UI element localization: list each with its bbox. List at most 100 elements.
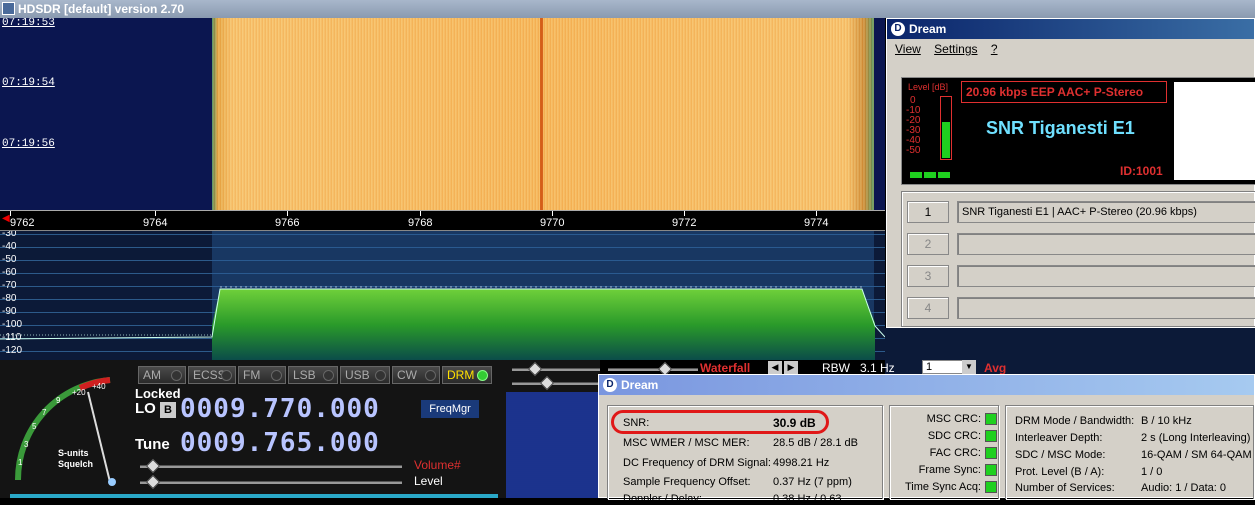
mode-label: USB: [345, 368, 370, 382]
dream-logo-icon: D: [891, 22, 905, 36]
mode-drm-button[interactable]: DRM: [442, 366, 492, 384]
level-slider[interactable]: [140, 474, 402, 490]
tune-label: Tune: [135, 436, 170, 453]
scroll-left-arrow-icon[interactable]: ◀: [2, 213, 10, 224]
avg-dropdown-icon[interactable]: ▼: [962, 360, 976, 374]
service-row-4[interactable]: 4: [907, 295, 1255, 321]
hdsdr-title: HDSDR [default] version 2.70: [18, 2, 185, 16]
freqmgr-button[interactable]: FreqMgr: [421, 400, 479, 418]
status-led: [910, 172, 922, 178]
frame-sync-label: Frame Sync:: [918, 464, 981, 476]
dream-stats-window: D Dream SNR: 30.9 dB MSC WMER / MSC MER: …: [598, 374, 1255, 505]
num-services-value: Audio: 1 / Data: 0: [1141, 482, 1226, 494]
db-tick: -120: [2, 345, 23, 356]
lo-label: LO: [135, 400, 156, 417]
service-row-3[interactable]: 3: [907, 263, 1255, 289]
level-label: Level: [414, 474, 443, 488]
service-button-2[interactable]: 2: [907, 233, 949, 255]
spectrum-slider[interactable]: [608, 361, 698, 377]
mode-label: CW: [397, 368, 417, 382]
sdc-msc-mode-value: 16-QAM / SM 64-QAM: [1141, 449, 1252, 461]
dream-status-display: Level [dB] 0 -10 -20 -30 -40 -50 20.96 k…: [901, 77, 1255, 185]
hdsdr-app-icon: [2, 2, 15, 15]
drm-mode-label: DRM Mode / Bandwidth:: [1015, 415, 1135, 427]
smeter-scale-40: +40: [92, 382, 106, 391]
db-tick: -40: [2, 241, 17, 252]
waterfall-speed-slider[interactable]: [512, 361, 600, 377]
mer-label: MSC WMER / MSC MER:: [623, 437, 750, 449]
level-db-label: Level [dB]: [908, 82, 949, 92]
prot-level-label: Prot. Level (B / A):: [1015, 466, 1105, 478]
mode-cw-button[interactable]: CW: [392, 366, 440, 384]
spectrum-display[interactable]: -30 -40 -50 -60 -70 -80 -90 -100 -110 -1…: [0, 230, 885, 360]
dream-main-title-bar[interactable]: D Dream: [887, 19, 1254, 39]
s-meter-gauge: [14, 377, 116, 486]
dream-stats-title-bar[interactable]: D Dream: [599, 375, 1254, 395]
smeter-scale-3: 3: [24, 440, 29, 449]
waterfall-time-1: 07:19:53: [2, 18, 55, 29]
mode-am-button[interactable]: AM: [138, 366, 186, 384]
freq-tick: 9768: [408, 217, 433, 229]
bitrate-box: 20.96 kbps EEP AAC+ P-Stereo: [961, 81, 1167, 103]
snr-value: 30.9 dB: [773, 416, 816, 430]
level-meter-fill: [942, 122, 950, 158]
service-button-1[interactable]: 1: [907, 201, 949, 223]
waterfall-contrast-slider[interactable]: [512, 375, 600, 391]
mode-usb-button[interactable]: USB: [340, 366, 390, 384]
db-tick: -30: [2, 230, 17, 239]
time-sync-led: [985, 481, 997, 493]
db-tick: -110: [2, 332, 22, 343]
dream-logo-icon: D: [603, 378, 617, 392]
mode-fm-button[interactable]: FM: [238, 366, 286, 384]
service-row-1[interactable]: 1 SNR Tiganesti E1 | AAC+ P-Stereo (20.96…: [907, 199, 1255, 225]
service-label-1: SNR Tiganesti E1 | AAC+ P-Stereo (20.96 …: [957, 201, 1255, 223]
service-row-2[interactable]: 2: [907, 231, 1255, 257]
fac-crc-led: [985, 447, 997, 459]
service-label-3: [957, 265, 1255, 287]
hdsdr-title-bar: HDSDR [default] version 2.70: [0, 0, 1255, 18]
mode-label: DRM: [447, 368, 475, 382]
rbw-label: RBW: [822, 361, 850, 375]
bottom-bar: [10, 494, 498, 498]
station-logo-area: [1174, 82, 1255, 180]
sdc-crc-label: SDC CRC:: [927, 430, 981, 442]
mode-label: AM: [143, 368, 161, 382]
waterfall-right-arrow-icon[interactable]: ▶: [784, 361, 798, 374]
num-services-label: Number of Services:: [1015, 482, 1115, 494]
waterfall-time-2: 07:19:54: [2, 77, 55, 89]
waterfall-display[interactable]: 07:19:53 07:19:54 07:19:56: [0, 18, 885, 210]
service-label-2: [957, 233, 1255, 255]
frequency-axis[interactable]: ◀ 9762 9764 9766 9768 9770 9772 9774: [0, 210, 885, 230]
smeter-sunits-label: S-units: [58, 448, 89, 458]
interleaver-label: Interleaver Depth:: [1015, 432, 1103, 444]
rbw-value[interactable]: 3.1 Hz: [860, 361, 895, 375]
menu-view[interactable]: View: [895, 42, 921, 56]
mode-lsb-button[interactable]: LSB: [288, 366, 338, 384]
dream-menu-bar: View Settings ?: [887, 39, 1254, 57]
status-led: [938, 172, 950, 178]
service-button-3[interactable]: 3: [907, 265, 949, 287]
lo-b-button[interactable]: B: [160, 402, 176, 418]
mode-ecss-button[interactable]: ECSS: [188, 366, 236, 384]
doppler-value: 0.38 Hz / 0.63: [773, 493, 842, 505]
interleaver-value: 2 s (Long Interleaving): [1141, 432, 1251, 444]
lo-frequency[interactable]: 0009.770.000: [180, 394, 380, 424]
status-led: [924, 172, 936, 178]
spectrum-trace: [0, 286, 885, 360]
service-button-4[interactable]: 4: [907, 297, 949, 319]
tune-frequency[interactable]: 0009.765.000: [180, 428, 380, 458]
db-tick: -50: [2, 254, 17, 265]
menu-help[interactable]: ?: [991, 42, 998, 56]
fac-crc-label: FAC CRC:: [929, 447, 981, 459]
sdc-msc-mode-label: SDC / MSC Mode:: [1015, 449, 1106, 461]
drm-mode-value: B / 10 kHz: [1141, 415, 1192, 427]
dc-freq-label: DC Frequency of DRM Signal:: [623, 457, 771, 469]
freq-tick: 9762: [10, 217, 35, 229]
freq-tick: 9764: [143, 217, 168, 229]
menu-settings[interactable]: Settings: [934, 42, 977, 56]
volume-slider[interactable]: [140, 458, 402, 474]
service-id: ID:1001: [1120, 164, 1163, 178]
smeter-scale-20: +20: [72, 388, 86, 397]
waterfall-left-arrow-icon[interactable]: ◀: [768, 361, 782, 374]
waterfall-time-3: 07:19:56: [2, 138, 55, 150]
